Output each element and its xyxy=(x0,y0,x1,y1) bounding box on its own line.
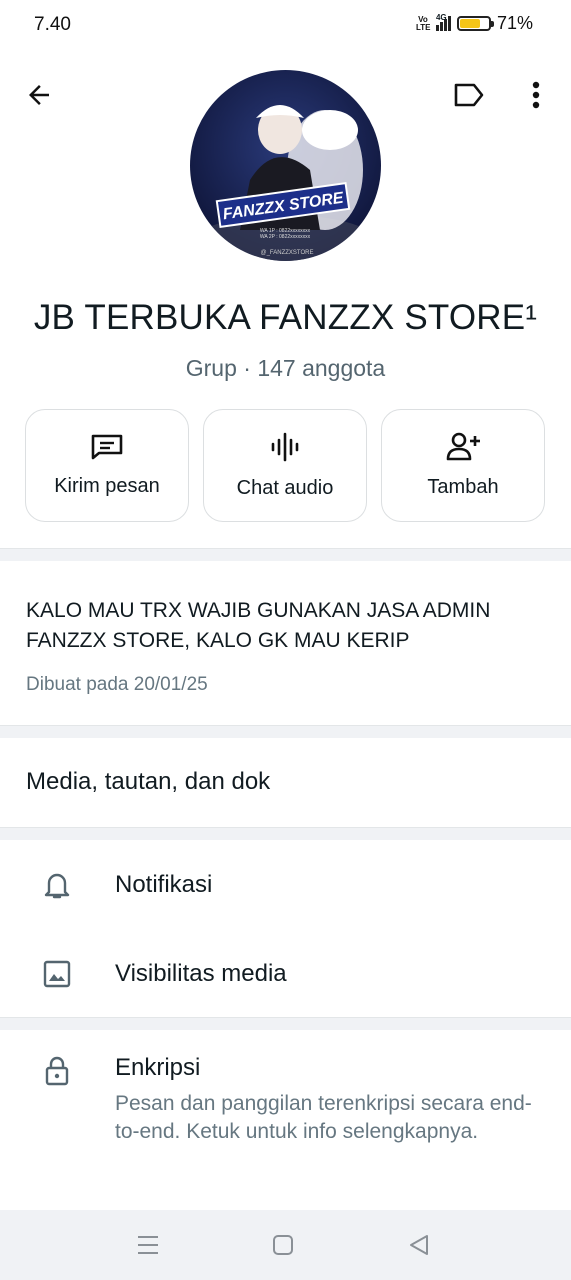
group-name: JB TERBUKA FANZZX STORE¹ xyxy=(33,298,538,337)
battery-icon xyxy=(456,16,494,31)
notifications-label: Notifikasi xyxy=(115,871,213,898)
status-icons: Vo LTE 4G 71% xyxy=(416,13,533,34)
add-member-button[interactable]: Tambah xyxy=(381,409,545,522)
bell-icon xyxy=(42,870,72,900)
media-visibility-row[interactable]: Visibilitas media xyxy=(0,944,571,1004)
status-bar: 7.40 Vo LTE 4G 71% xyxy=(0,0,571,52)
audio-chat-button[interactable]: Chat audio xyxy=(203,409,367,522)
signal-4g-icon: 4G xyxy=(435,13,451,31)
group-description[interactable]: KALO MAU TRX WAJIB GUNAKAN JASA ADMIN FA… xyxy=(26,596,556,656)
arrow-left-icon xyxy=(29,85,49,105)
label-tag-icon xyxy=(454,83,484,107)
system-nav-bar xyxy=(0,1210,571,1280)
image-icon xyxy=(42,959,72,989)
lock-icon xyxy=(42,1056,72,1086)
recent-apps-button[interactable] xyxy=(133,1230,163,1260)
network-type: 4G xyxy=(435,13,447,22)
send-message-label: Kirim pesan xyxy=(54,475,160,497)
battery-fill xyxy=(459,19,480,28)
avatar-tag-text: @_FANZZXSTORE xyxy=(261,250,314,256)
avatar-contact-text-2: WA 2P : 0822xxxxxxxx xyxy=(260,234,311,240)
message-icon xyxy=(91,434,123,460)
created-date: Dibuat pada 20/01/25 xyxy=(26,674,208,695)
home-button[interactable] xyxy=(268,1230,298,1260)
menu-lines-icon xyxy=(138,1236,158,1254)
section-divider xyxy=(0,827,571,840)
media-links-docs[interactable]: Media, tautan, dan dok xyxy=(26,768,270,796)
section-divider xyxy=(0,548,571,561)
send-message-button[interactable]: Kirim pesan xyxy=(25,409,189,522)
more-options-button[interactable] xyxy=(522,76,550,114)
triangle-back-icon xyxy=(410,1235,428,1255)
group-meta: Grup · 147 anggota xyxy=(185,355,386,381)
action-buttons: Kirim pesan Chat audio Tambah xyxy=(25,409,546,522)
audio-chat-label: Chat audio xyxy=(236,477,334,499)
status-time: 7.40 xyxy=(34,14,71,35)
add-person-icon xyxy=(446,432,480,461)
encryption-subtitle: Pesan dan panggilan terenkripsi secara e… xyxy=(115,1092,532,1143)
square-icon xyxy=(273,1235,293,1255)
audio-wave-icon xyxy=(271,432,299,462)
avatar-artwork: FANZZX STORE WA 1P : 0822xxxxxxxx WA 2P … xyxy=(190,70,381,261)
media-visibility-label: Visibilitas media xyxy=(115,960,287,987)
notifications-row[interactable]: Notifikasi xyxy=(0,855,571,915)
encryption-title: Enkripsi xyxy=(115,1054,201,1081)
add-member-label: Tambah xyxy=(427,476,499,498)
volte-icon: Vo LTE xyxy=(415,14,431,32)
group-avatar[interactable]: FANZZX STORE WA 1P : 0822xxxxxxxx WA 2P … xyxy=(190,70,381,261)
back-button[interactable] xyxy=(20,76,58,114)
section-divider xyxy=(0,725,571,738)
label-button[interactable] xyxy=(450,78,488,112)
battery-percent: 71% xyxy=(496,13,533,33)
section-divider xyxy=(0,1017,571,1030)
more-vert-icon xyxy=(532,81,540,109)
back-nav-button[interactable] xyxy=(404,1230,434,1260)
